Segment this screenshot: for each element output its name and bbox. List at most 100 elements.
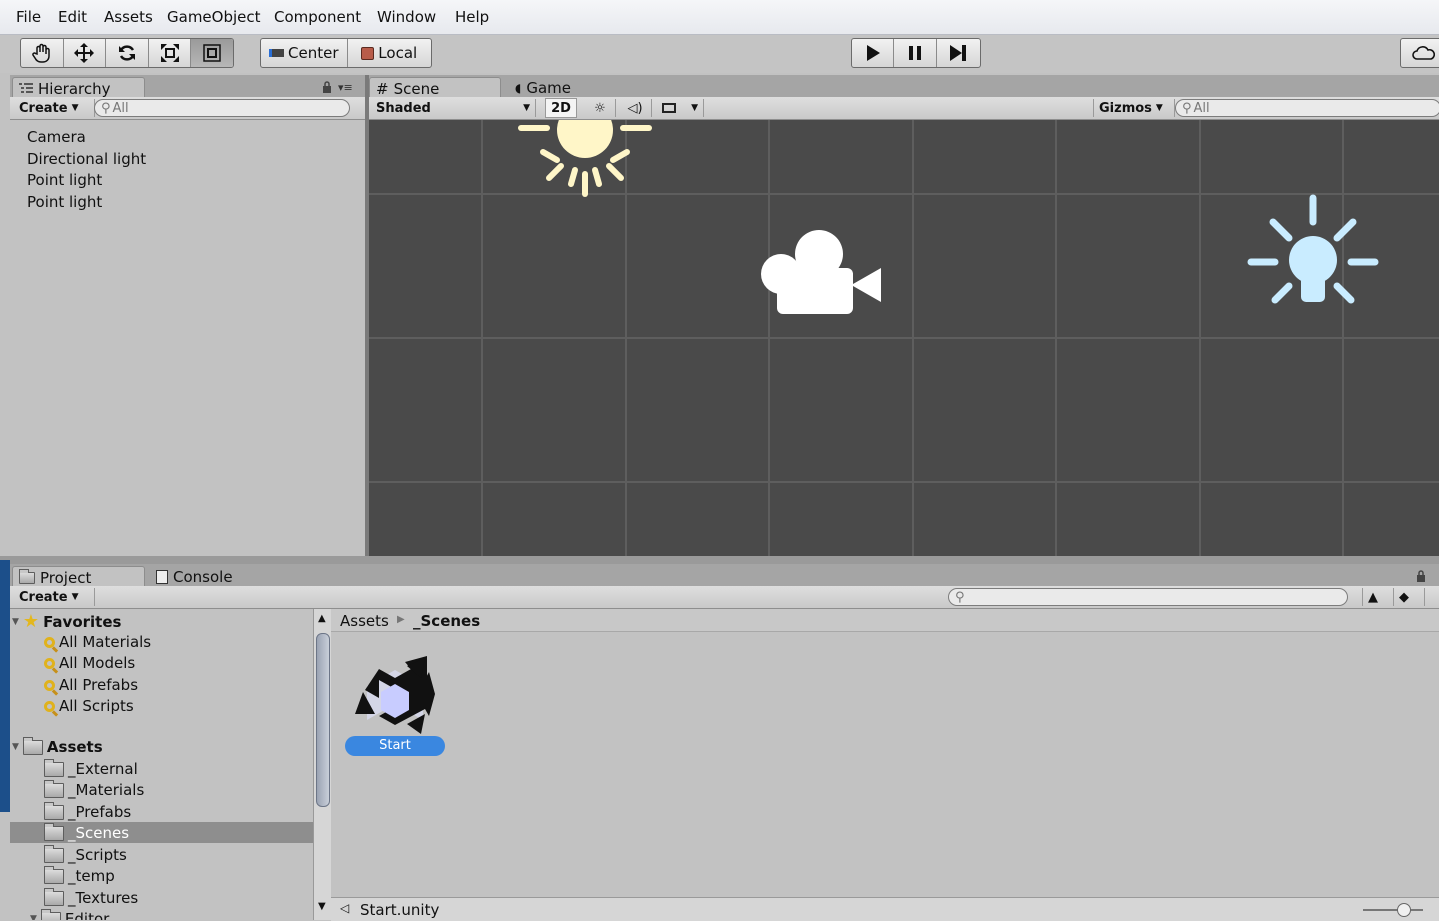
panel-divider[interactable]: [0, 556, 1439, 564]
hierarchy-toolbar: Create ▼ ⚲ All: [10, 97, 365, 120]
play-icon: [866, 45, 880, 61]
favorites-node[interactable]: ▼ ★ Favorites: [12, 611, 121, 632]
pivot-label: Center: [288, 44, 339, 62]
pacman-icon: ◖: [515, 81, 522, 95]
tree-scrollbar[interactable]: ▲ ▼: [313, 609, 331, 920]
menu-bar: File Edit Assets GameObject Component Wi…: [0, 0, 1439, 35]
folder-icon: [44, 844, 64, 863]
breadcrumb-root[interactable]: Assets: [340, 612, 389, 630]
scene-search-input[interactable]: ⚲ All: [1175, 99, 1439, 117]
play-button[interactable]: [852, 39, 895, 67]
hand-tool-button[interactable]: [21, 39, 64, 67]
pause-icon: [909, 46, 922, 60]
tab-console[interactable]: Console: [150, 566, 256, 588]
scale-tool-button[interactable]: [149, 39, 192, 67]
hierarchy-item[interactable]: Camera: [27, 128, 86, 146]
folder-label: _Prefabs: [68, 803, 132, 821]
chevron-right-icon: ▶: [397, 614, 405, 625]
2d-toggle[interactable]: 2D: [545, 98, 577, 118]
filter-type-button[interactable]: ▲: [1362, 588, 1394, 606]
favorite-label: All Prefabs: [59, 676, 139, 694]
cloud-icon: [1412, 46, 1435, 60]
hierarchy-list: Camera Directional light Point light Poi…: [10, 120, 365, 556]
tag-icon: ◆: [1399, 589, 1409, 605]
step-button[interactable]: [937, 39, 980, 67]
audio-toggle[interactable]: ◁): [619, 99, 652, 117]
point-light-icon[interactable]: [1245, 194, 1381, 318]
services-group: [1400, 38, 1439, 68]
folder-label: _Materials: [68, 781, 145, 799]
arrow-up-icon[interactable]: ▲: [318, 613, 326, 624]
pause-button[interactable]: [894, 39, 937, 67]
gizmos-dropdown[interactable]: Gizmos ▼: [1093, 99, 1175, 117]
menu-gameobject[interactable]: GameObject: [167, 8, 261, 26]
lighting-toggle[interactable]: ☼: [585, 99, 616, 117]
folder-item[interactable]: _Materials: [44, 779, 145, 799]
favorite-item[interactable]: All Prefabs: [44, 676, 138, 694]
folder-item[interactable]: _Scripts: [44, 844, 127, 864]
grid-icon: #: [376, 80, 389, 98]
shapes-icon: ▲: [1368, 589, 1378, 605]
assets-node[interactable]: ▼ Assets: [12, 736, 103, 756]
favorite-label: All Materials: [59, 633, 152, 651]
chevron-down-icon: ▼: [1155, 103, 1163, 113]
move-tool-button[interactable]: [64, 39, 107, 67]
hierarchy-item[interactable]: Point light: [27, 171, 102, 189]
folder-item[interactable]: _Textures: [44, 887, 138, 907]
zoom-slider-handle[interactable]: [1397, 903, 1411, 917]
hierarchy-item[interactable]: Point light: [27, 193, 102, 211]
folder-item[interactable]: _External: [44, 758, 138, 778]
breadcrumb-current[interactable]: _Scenes: [413, 612, 480, 630]
favorite-item[interactable]: All Materials: [44, 633, 151, 651]
cloud-button[interactable]: [1401, 39, 1439, 67]
folder-item[interactable]: ▼ Editor: [30, 908, 109, 920]
menu-help[interactable]: Help: [455, 8, 489, 26]
hierarchy-tabstrip: Hierarchy ▾≡: [10, 75, 365, 100]
hierarchy-create-dropdown[interactable]: Create ▼: [14, 99, 95, 117]
project-status-bar: ◁ Start.unity: [331, 897, 1439, 921]
menu-component[interactable]: Component: [274, 8, 361, 26]
project-create-dropdown[interactable]: Create ▼: [14, 588, 95, 606]
folder-item[interactable]: _temp: [44, 865, 115, 885]
effects-dropdown[interactable]: ▼: [657, 99, 704, 117]
tab-game[interactable]: ◖ Game: [509, 77, 615, 99]
menu-edit[interactable]: Edit: [58, 8, 87, 26]
image-icon: [662, 103, 676, 113]
filter-label-button[interactable]: ◆: [1394, 588, 1425, 606]
favorite-item[interactable]: All Models: [44, 654, 135, 672]
menu-window[interactable]: Window: [377, 8, 436, 26]
folder-icon: [44, 758, 64, 777]
favorite-item[interactable]: All Scripts: [44, 697, 134, 715]
list-icon: [19, 83, 33, 93]
asset-item-start[interactable]: Start: [345, 646, 445, 756]
arrow-down-icon[interactable]: ▼: [318, 901, 326, 912]
pivot-center-button[interactable]: Center: [261, 39, 348, 67]
folder-item[interactable]: _Prefabs: [44, 801, 132, 821]
camera-icon[interactable]: [761, 230, 883, 316]
space-local-button[interactable]: Local: [348, 39, 432, 67]
rect-tool-button[interactable]: [191, 39, 233, 67]
zoom-slider-track[interactable]: [1363, 909, 1423, 911]
chevron-down-icon: ▼: [12, 616, 19, 627]
menu-assets[interactable]: Assets: [104, 8, 153, 26]
lock-icon[interactable]: [1416, 570, 1426, 586]
folder-icon: [40, 908, 61, 920]
scene-viewport[interactable]: [369, 120, 1439, 556]
panel-menu-icon[interactable]: ▾≡: [338, 81, 353, 94]
asset-label: Start: [345, 736, 445, 756]
folder-icon: [19, 569, 35, 584]
lock-icon[interactable]: [322, 81, 332, 97]
folder-item-selected[interactable]: _Scenes: [44, 822, 129, 842]
hierarchy-item[interactable]: Directional light: [27, 150, 146, 168]
hierarchy-search-input[interactable]: ⚲ All: [94, 99, 350, 117]
tab-project-label: Project: [40, 569, 92, 587]
scrollbar-thumb[interactable]: [316, 633, 330, 807]
rotate-tool-button[interactable]: [106, 39, 149, 67]
rect-icon: [203, 44, 221, 62]
project-search-input[interactable]: ⚲: [948, 588, 1348, 606]
menu-file[interactable]: File: [16, 8, 41, 26]
unity-scene-icon: [355, 656, 435, 734]
directional-light-icon[interactable]: [515, 120, 655, 200]
project-tree: ▼ ★ Favorites All Materials All Models A…: [10, 609, 313, 920]
shading-dropdown[interactable]: Shaded ▼: [371, 99, 536, 117]
